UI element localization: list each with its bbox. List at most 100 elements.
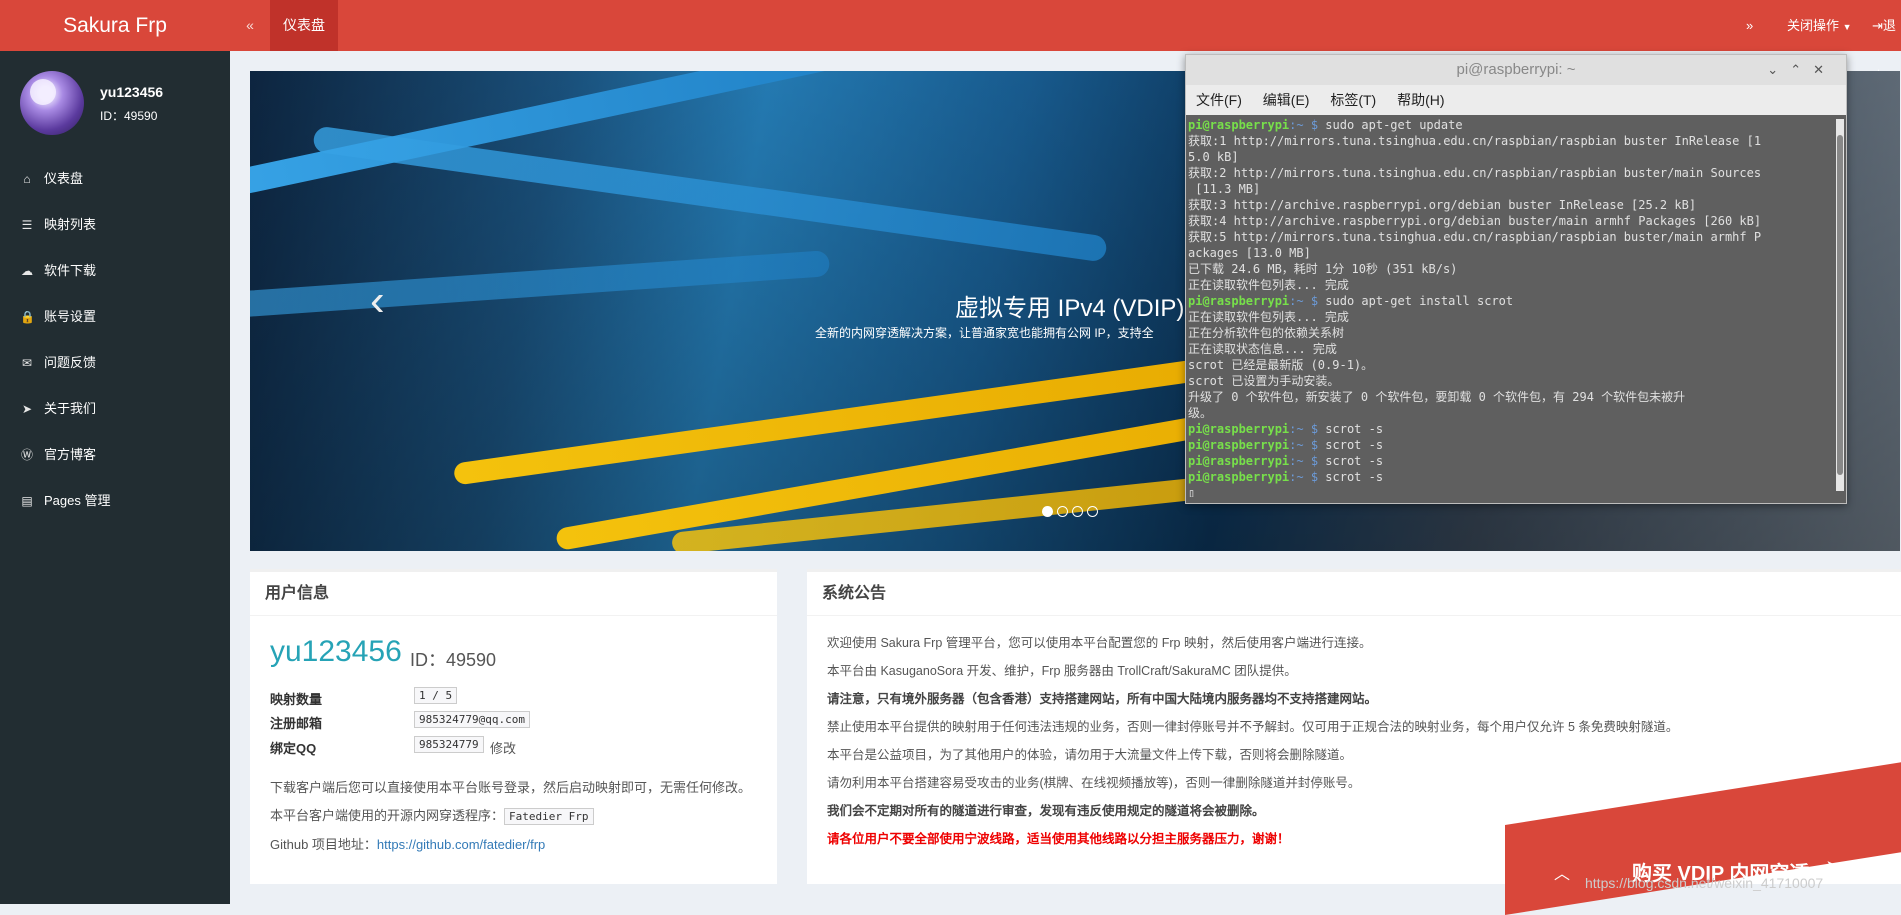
chevron-up-icon[interactable]: ︿ bbox=[1554, 860, 1570, 884]
send-icon: ➤ bbox=[21, 402, 33, 416]
notice-line: 请勿利用本平台搭建容易受攻击的业务(棋牌、在线视频播放等)，否则一律删除隧道并封… bbox=[827, 776, 1361, 790]
notice-line: 请注意，只有境外服务器（包含香港）支持搭建网站，所有中国大陆境内服务器均不支持搭… bbox=[827, 692, 1378, 706]
github-link[interactable]: https://github.com/fatedier/frp bbox=[377, 837, 545, 852]
terminal-output-line: [11.3 MB] bbox=[1188, 182, 1261, 196]
email-label: 注册邮箱 bbox=[270, 716, 323, 731]
terminal-menubar: 文件(F) 编辑(E) 标签(T) 帮助(H) bbox=[1186, 85, 1846, 115]
minimize-icon[interactable]: ⌄ bbox=[1767, 62, 1790, 77]
close-ops-label: 关闭操作 bbox=[1787, 18, 1840, 33]
carousel-dot[interactable] bbox=[1087, 506, 1098, 517]
list-icon: ☰ bbox=[21, 218, 33, 232]
sidebar-toggle-icon[interactable]: « bbox=[238, 0, 262, 51]
terminal-titlebar[interactable]: pi@raspberrypi: ~ ⌄⌃✕ bbox=[1186, 55, 1846, 85]
cable-image bbox=[250, 250, 831, 318]
sidebar-item-label: 问题反馈 bbox=[44, 355, 97, 370]
sidebar-user-id: ID：49590 bbox=[100, 109, 158, 123]
home-icon: ⌂ bbox=[23, 172, 31, 186]
system-notice-title: 系统公告 bbox=[807, 572, 1901, 616]
logout-button[interactable]: ⇥退出 bbox=[1872, 0, 1901, 84]
terminal-window[interactable]: pi@raspberrypi: ~ ⌄⌃✕ 文件(F) 编辑(E) 标签(T) … bbox=[1185, 54, 1847, 504]
qq-label: 绑定QQ bbox=[270, 741, 317, 756]
terminal-output-line: 正在读取状态信息... 完成 bbox=[1188, 342, 1337, 356]
notice-line: 禁止使用本平台提供的映射用于任何违法违规的业务，否则一律封停账号并不予解封。仅可… bbox=[827, 720, 1679, 734]
terminal-command-line: pi@raspberrypi:~ $ scrot -s bbox=[1188, 438, 1384, 452]
sidebar-item-downloads[interactable]: ☁ 软件下载 bbox=[0, 248, 230, 294]
frp-program-note: 本平台客户端使用的开源内网穿透程序： Fatedier Frp bbox=[270, 805, 594, 825]
close-icon[interactable]: ✕ bbox=[1813, 62, 1836, 77]
tab-dashboard[interactable]: 仪表盘 bbox=[270, 0, 338, 51]
sidebar-item-label: 映射列表 bbox=[44, 217, 97, 232]
terminal-output-line: 获取:5 http://mirrors.tuna.tsinghua.edu.cn… bbox=[1188, 230, 1762, 244]
terminal-menu-tabs[interactable]: 标签(T) bbox=[1330, 92, 1376, 108]
terminal-output-line: 正在读取软件包列表... 完成 bbox=[1188, 310, 1349, 324]
terminal-output-line: 5.0 kB] bbox=[1188, 150, 1239, 164]
carousel-dot[interactable] bbox=[1057, 506, 1068, 517]
carousel-dot[interactable] bbox=[1072, 506, 1083, 517]
top-header: Sakura Frp « 仪表盘 » 关闭操作 ▼ ⇥退出 bbox=[0, 0, 1901, 84]
terminal-output-line: scrot 已经是最新版 (0.9-1)。 bbox=[1188, 358, 1374, 372]
terminal-menu-edit[interactable]: 编辑(E) bbox=[1263, 92, 1310, 108]
carousel-dot[interactable] bbox=[1042, 506, 1053, 517]
terminal-command-line: pi@raspberrypi:~ $ scrot -s bbox=[1188, 470, 1384, 484]
terminal-command-line: pi@raspberrypi:~ $ scrot -s bbox=[1188, 422, 1384, 436]
terminal-output-line: ▯ bbox=[1188, 486, 1196, 497]
send-icon: ➤ bbox=[1825, 855, 1844, 880]
notice-line: 本平台是公益项目，为了其他用户的体验，请勿用于大流量文件上传下载，否则将会删除隧… bbox=[827, 748, 1353, 762]
email-value: 985324779@qq.com bbox=[414, 711, 530, 728]
sidebar-item-blog[interactable]: Ⓦ 官方博客 bbox=[0, 432, 230, 478]
watermark: https://blog.csdn.net/weixin_41710007 bbox=[1585, 875, 1824, 891]
frp-program-label: 本平台客户端使用的开源内网穿透程序： bbox=[270, 808, 505, 823]
sidebar-item-label: 仪表盘 bbox=[44, 171, 84, 186]
caret-down-icon: ▼ bbox=[1842, 22, 1852, 32]
terminal-scroll-thumb[interactable] bbox=[1837, 135, 1843, 475]
terminal-title: pi@raspberrypi: ~ bbox=[1456, 61, 1576, 78]
terminal-output-line: 获取:2 http://mirrors.tuna.tsinghua.edu.cn… bbox=[1188, 166, 1762, 180]
notice-line: 我们会不定期对所有的隧道进行审查，发现有违反使用规定的隧道将会被删除。 bbox=[827, 804, 1265, 818]
terminal-command-line: pi@raspberrypi:~ $ sudo apt-get update bbox=[1188, 118, 1463, 132]
tab-scroll-right-icon[interactable]: » bbox=[1746, 0, 1753, 51]
sidebar-item-label: 账号设置 bbox=[44, 309, 97, 324]
notice-line: 本平台由 KasuganoSora 开发、维护，Frp 服务器由 TrollCr… bbox=[827, 664, 1297, 678]
notice-line: 欢迎使用 Sakura Frp 管理平台，您可以使用本平台配置您的 Frp 映射… bbox=[827, 636, 1372, 650]
sidebar-item-mappings[interactable]: ☰ 映射列表 bbox=[0, 202, 230, 248]
sidebar-menu: ⌂ 仪表盘 ☰ 映射列表 ☁ 软件下载 🔒 账号设置 ✉ 问题反馈 ➤ 关于我们 Ⓦ 官方博客… bbox=[0, 156, 230, 524]
frp-program-code: Fatedier Frp bbox=[504, 808, 594, 825]
terminal-output-line: 级。 bbox=[1188, 406, 1213, 420]
lock-icon: 🔒 bbox=[20, 310, 35, 324]
terminal-output-line: ackages [13.0 MB] bbox=[1188, 246, 1311, 260]
sidebar-item-about[interactable]: ➤ 关于我们 bbox=[0, 386, 230, 432]
sidebar-item-label: 关于我们 bbox=[44, 401, 97, 416]
github-label: Github 项目地址： bbox=[270, 837, 377, 852]
brand-logo[interactable]: Sakura Frp bbox=[0, 0, 230, 51]
terminal-command-line: pi@raspberrypi:~ $ scrot -s bbox=[1188, 454, 1384, 468]
client-login-note: 下载客户端后您可以直接使用本平台账号登录，然后启动映射即可，无需任何修改。 bbox=[270, 780, 752, 795]
avatar bbox=[20, 71, 84, 135]
notice-line: 请各位用户不要全部使用宁波线路，适当使用其他线路以分担主服务器压力，谢谢！ bbox=[827, 832, 1290, 846]
user-info-box: 用户信息 yu123456 ID：49590 映射数量 1 / 5 注册邮箱 9… bbox=[250, 569, 777, 884]
sidebar-item-dashboard[interactable]: ⌂ 仪表盘 bbox=[0, 156, 230, 202]
terminal-output-line: 正在分析软件包的依赖关系树 bbox=[1188, 326, 1345, 340]
close-ops-dropdown[interactable]: 关闭操作 ▼ bbox=[1787, 0, 1852, 51]
carousel-subtitle: 全新的内网穿透解决方案，让普通家宽也能拥有公网 IP，支持全 bbox=[815, 326, 1154, 340]
sidebar-item-label: 软件下载 bbox=[44, 263, 97, 278]
sidebar-item-pages[interactable]: ▤ Pages 管理 bbox=[0, 478, 230, 524]
github-note: Github 项目地址：https://github.com/fatedier/… bbox=[270, 834, 545, 853]
terminal-menu-help[interactable]: 帮助(H) bbox=[1397, 92, 1444, 108]
cloud-download-icon: ☁ bbox=[21, 264, 33, 278]
sidebar-item-account[interactable]: 🔒 账号设置 bbox=[0, 294, 230, 340]
carousel-indicators bbox=[1042, 504, 1102, 520]
terminal-output[interactable]: pi@raspberrypi:~ $ sudo apt-get update 获取… bbox=[1188, 117, 1828, 497]
terminal-menu-file[interactable]: 文件(F) bbox=[1196, 92, 1242, 108]
envelope-icon: ✉ bbox=[21, 356, 33, 370]
sidebar-item-feedback[interactable]: ✉ 问题反馈 bbox=[0, 340, 230, 386]
qq-edit-link[interactable]: 修改 bbox=[490, 738, 516, 757]
mapping-count-label: 映射数量 bbox=[270, 692, 323, 707]
sidebar: yu123456 ID：49590 ⌂ 仪表盘 ☰ 映射列表 ☁ 软件下载 🔒 账号设置… bbox=[0, 51, 230, 904]
terminal-output-line: scrot 已设置为手动安装。 bbox=[1188, 374, 1340, 388]
qq-value: 985324779 bbox=[414, 736, 484, 753]
maximize-icon[interactable]: ⌃ bbox=[1790, 62, 1813, 77]
sidebar-item-label: Pages 管理 bbox=[44, 493, 111, 508]
sidebar-item-label: 官方博客 bbox=[44, 447, 97, 462]
carousel-prev-icon[interactable]: ‹ bbox=[370, 276, 385, 326]
cable-image bbox=[312, 125, 1108, 263]
